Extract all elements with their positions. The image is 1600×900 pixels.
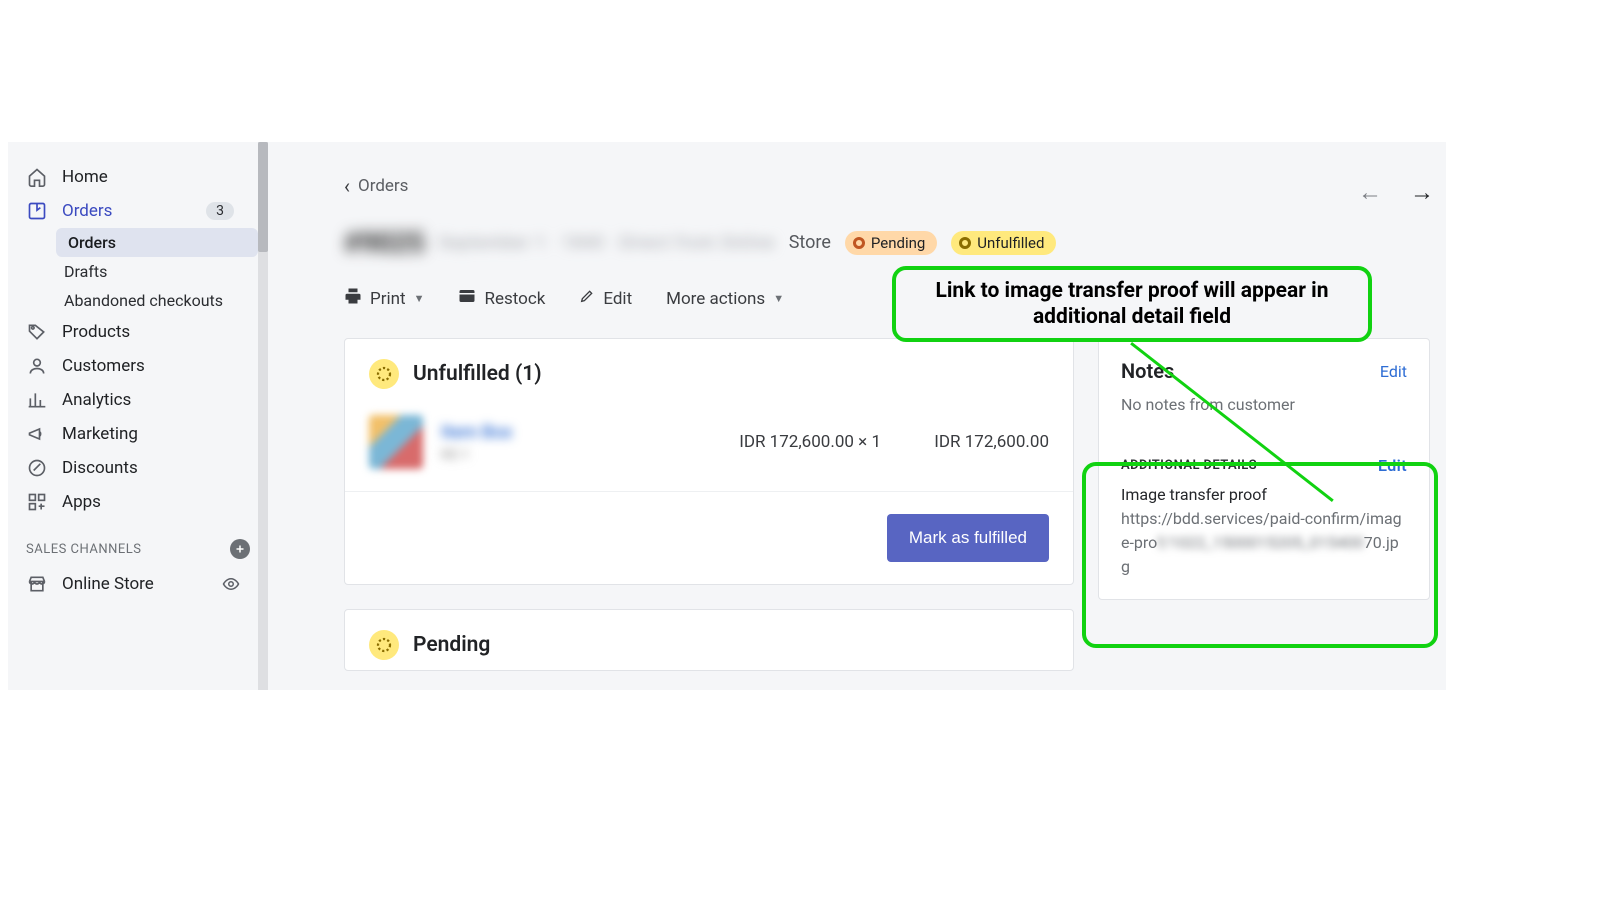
nav-discounts-label: Discounts [62,458,138,478]
order-meta: September 1 · 1840 · Direct from Online [439,233,775,253]
home-icon [26,166,48,188]
print-icon [344,287,362,310]
nav-apps-label: Apps [62,492,101,512]
unfulfilled-card: Unfulfilled (1) Item Box KE-1 IDR 172,60… [344,338,1074,585]
apps-icon [26,491,48,513]
nav-products[interactable]: Products [8,315,268,349]
restock-icon [458,287,476,310]
nav-sub-orders[interactable]: Orders [56,228,258,257]
nav-marketing-label: Marketing [62,424,138,444]
nav-apps[interactable]: Apps [8,485,268,519]
main-content: ‹ Orders ← → #9025 September 1 · 1840 · … [288,142,1446,671]
notes-card: Notes Edit No notes from customer ADDITI… [1098,338,1430,600]
product-variant: KE-1 [441,447,512,463]
order-nav-arrows: ← → [1358,178,1434,207]
nav-products-label: Products [62,322,130,342]
product-name[interactable]: Item Box [441,422,512,443]
notes-edit-link[interactable]: Edit [1380,362,1407,381]
next-order-button[interactable]: → [1410,178,1434,207]
user-icon [26,355,48,377]
detail-url-blur: f/1022_1500015205_015400 [1157,533,1363,552]
add-channel-button[interactable] [230,539,250,559]
pending-card: Pending [344,609,1074,671]
payment-status-badge: Pending [845,231,937,255]
sales-channels-header: SALES CHANNELS [8,519,268,567]
mark-fulfilled-button[interactable]: Mark as fulfilled [887,514,1049,562]
restock-button[interactable]: Restock [458,287,545,310]
analytics-icon [26,389,48,411]
nav-marketing[interactable]: Marketing [8,417,268,451]
eye-icon[interactable] [222,575,240,593]
edit-button[interactable]: Edit [579,288,632,309]
additional-details-label: ADDITIONAL DETAILS [1121,458,1257,473]
sales-channels-label: SALES CHANNELS [26,542,142,557]
unfulfilled-title: Unfulfilled (1) [413,362,542,386]
nav-sub-drafts[interactable]: Drafts [8,257,268,286]
nav-orders[interactable]: Orders 3 [8,194,268,228]
product-thumbnail[interactable] [369,415,423,469]
line-item: Item Box KE-1 IDR 172,600.00 × 1 IDR 172… [345,399,1073,491]
orders-icon [26,200,48,222]
nav-orders-label: Orders [62,201,112,221]
nav-home[interactable]: Home [8,160,268,194]
nav-customers-label: Customers [62,356,145,376]
unfulfilled-icon [369,359,399,389]
breadcrumb-back[interactable]: ‹ Orders [344,174,1446,198]
order-source: Store [789,232,831,253]
pencil-icon [579,288,595,309]
pending-icon [369,630,399,660]
notes-body: No notes from customer [1099,389,1429,434]
nav-customers[interactable]: Customers [8,349,268,383]
nav-online-store[interactable]: Online Store [8,567,268,601]
more-actions-button[interactable]: More actions▼ [666,289,784,309]
detail-field-name: Image transfer proof [1121,483,1407,507]
fulfillment-status-badge: Unfulfilled [951,231,1056,255]
details-edit-link[interactable]: Edit [1378,456,1407,475]
nav-analytics-label: Analytics [62,390,131,410]
megaphone-icon [26,423,48,445]
nav-analytics[interactable]: Analytics [8,383,268,417]
print-button[interactable]: Print▼ [344,287,424,310]
sidebar-scrollbar[interactable] [258,142,268,690]
nav-discounts[interactable]: Discounts [8,451,268,485]
order-number: #9025 [344,226,425,259]
unit-price: IDR 172,600.00 × 1 [739,432,881,452]
sidebar: Home Orders 3 Orders Drafts Abandoned ch… [8,142,268,690]
nav-sub-abandoned[interactable]: Abandoned checkouts [8,286,268,315]
discount-icon [26,457,48,479]
additional-details-body: Image transfer proof https://bdd.service… [1099,481,1429,599]
order-toolbar: Print▼ Restock Edit More actions▼ [344,287,1446,310]
breadcrumb-label: Orders [358,176,408,196]
pending-title: Pending [413,633,490,657]
chevron-left-icon: ‹ [344,174,350,198]
app-frame: Home Orders 3 Orders Drafts Abandoned ch… [8,142,1446,690]
notes-title: Notes [1121,359,1174,383]
line-total: IDR 172,600.00 [899,432,1049,452]
store-icon [26,573,48,595]
tag-icon [26,321,48,343]
nav-home-label: Home [62,167,108,187]
orders-count-badge: 3 [206,202,234,220]
order-header: #9025 September 1 · 1840 · Direct from O… [344,226,1446,259]
nav-online-store-label: Online Store [62,574,154,594]
prev-order-button[interactable]: ← [1358,178,1382,207]
